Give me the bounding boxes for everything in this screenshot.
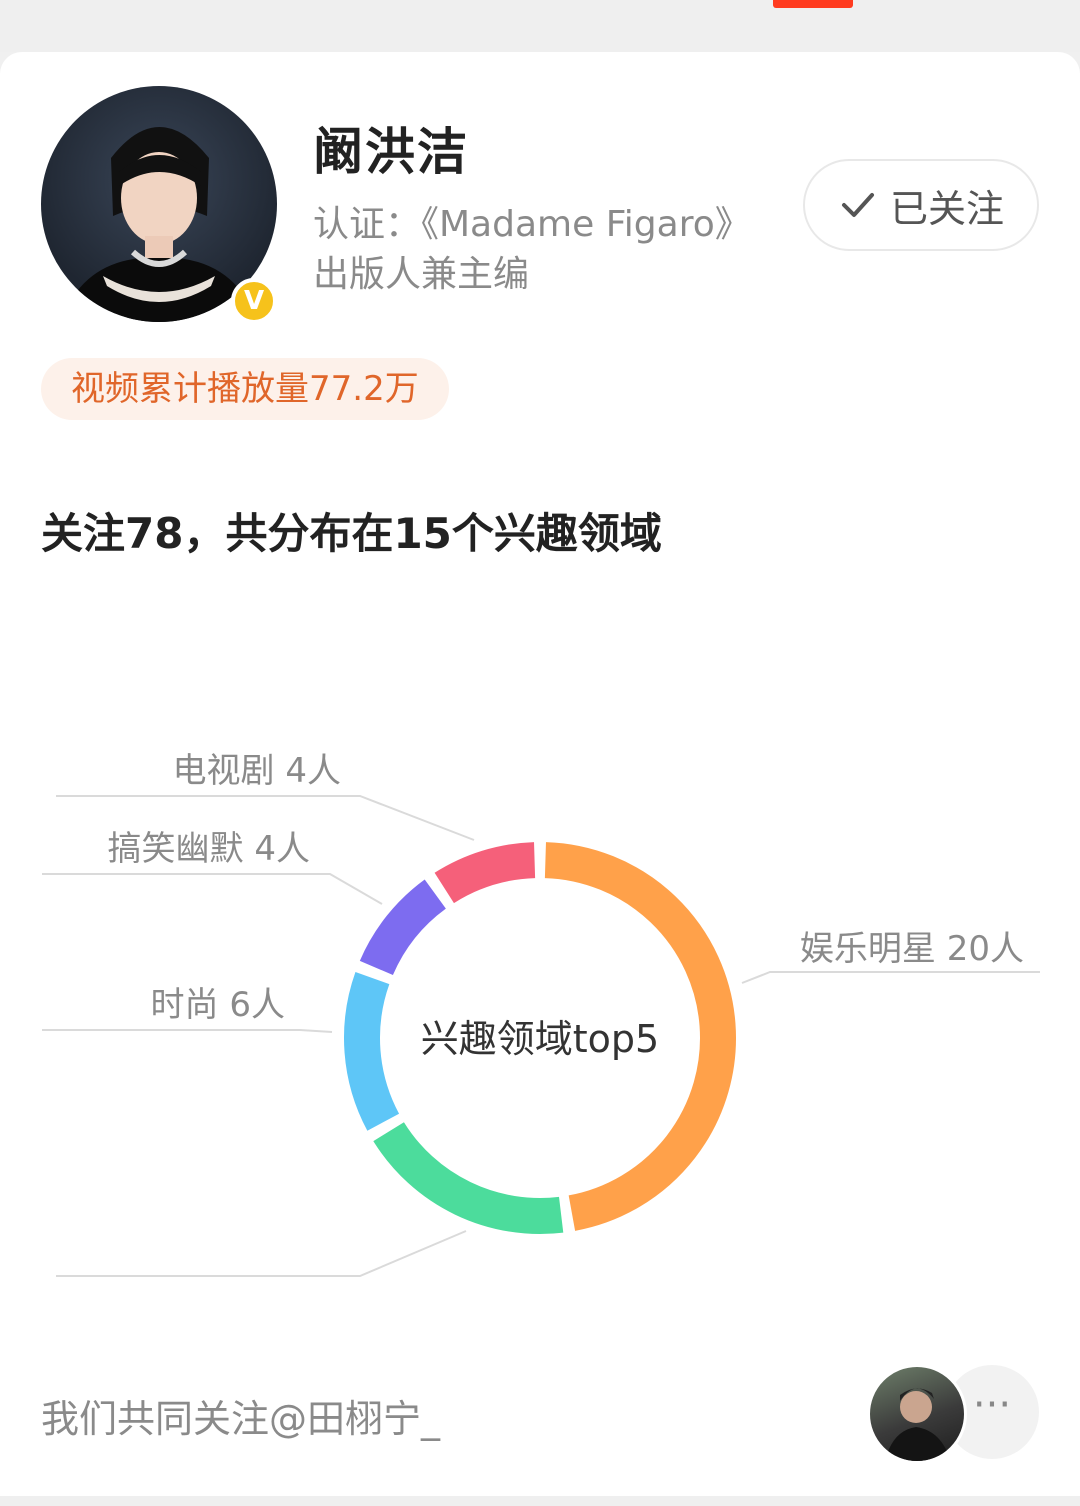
donut-center-label: 兴趣领域top5 (421, 1017, 659, 1061)
interest-summary: 关注78，共分布在15个兴趣领域 (41, 509, 662, 558)
bottom-bar (0, 1496, 1080, 1506)
video-play-count-badge: 视频累计播放量77.2万 (41, 358, 449, 420)
leader-line (42, 1029, 333, 1033)
certification-text: 认证：《Madame Figaro》 出版人兼主编 (313, 200, 783, 300)
tab-indicator (773, 0, 853, 8)
interest-donut-chart: 娱乐明星 20人时尚 6人 搞笑幽默 4人 电视剧 4人 兴趣领域top5 (42, 751, 1040, 1277)
slice-label: 电视剧 4人 (173, 751, 341, 791)
slice-label: 娱乐明星 20人 (800, 929, 1024, 969)
following-button[interactable]: 已关注 (803, 159, 1039, 251)
donut-slice (373, 1121, 564, 1234)
slice-labels: 娱乐明星 20人时尚 6人 搞笑幽默 4人 电视剧 4人 (108, 751, 1024, 1025)
certification-line-2: 出版人兼主编 (313, 254, 530, 295)
leader-line (741, 971, 1040, 984)
certification-line-1: 认证：《Madame Figaro》 (313, 204, 751, 245)
slice-label: 时尚 6人 (151, 985, 285, 1025)
top-bar (0, 0, 1080, 52)
donut-slice (344, 972, 400, 1131)
verified-badge: V (231, 278, 277, 324)
mutual-follow-text[interactable]: 我们共同关注@田栩宁_ (41, 1388, 440, 1443)
donut-slice (359, 879, 447, 976)
profile-name: 阚洪洁 (313, 123, 469, 181)
leader-line (56, 1230, 467, 1277)
following-label: 已关注 (889, 186, 1004, 231)
donut-slice (434, 842, 536, 904)
leader-line (42, 873, 383, 905)
slice-label: 搞笑幽默 4人 (108, 829, 310, 869)
check-icon (841, 193, 874, 217)
mutual-follow-avatar[interactable] (867, 1364, 967, 1464)
